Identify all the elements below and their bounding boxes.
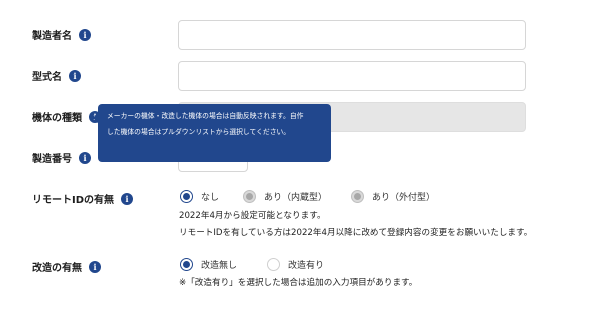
tooltip-line: メーカーの機体・改造した機体の場合は自動反映されます。自作 (107, 112, 304, 120)
machine-type-label-row: 機体の種類 i (32, 109, 101, 124)
radio-disabled-icon (243, 190, 257, 203)
modified-option-yes[interactable]: 改造有り (267, 258, 324, 271)
remote-id-option-external[interactable]: あり（外付型） (351, 190, 435, 203)
remote-id-option-none[interactable]: なし (180, 190, 219, 203)
radio-checked-icon[interactable] (180, 258, 193, 271)
radio-checked-icon[interactable] (180, 190, 193, 203)
info-tooltip: メーカーの機体・改造した機体の場合は自動反映されます。自作 した機体の場合はプル… (93, 104, 331, 162)
model-label: 型式名 (32, 72, 62, 83)
info-icon[interactable]: i (89, 260, 101, 273)
modified-option-label: 改造無し (201, 261, 238, 271)
serial-label-row: 製造番号 i (32, 150, 91, 165)
modified-note: ※「改造有り」を選択した場合は追加の入力項目があります。 (179, 278, 418, 288)
remote-id-option-builtin[interactable]: あり（内蔵型） (243, 190, 327, 203)
remote-id-label-row: リモートIDの有無 i (32, 191, 134, 206)
modified-radio-group: 改造無し 改造有り (180, 258, 348, 271)
serial-label: 製造番号 (32, 154, 72, 165)
maker-label: 製造者名 (32, 31, 72, 42)
info-icon[interactable]: i (69, 69, 81, 82)
radio-disabled-icon (351, 190, 365, 203)
modified-label-row: 改造の有無 i (32, 259, 101, 274)
remote-id-note: 2022年4月から設定可能となります。 (179, 211, 326, 221)
tooltip-line: した機体の場合はプルダウンリストから選択してください。 (107, 128, 291, 136)
remote-id-note: リモートIDを有している方は2022年4月以降に改めて登録内容の変更をお願いいた… (179, 228, 533, 238)
remote-id-option-label: なし (201, 193, 220, 203)
modified-option-no[interactable]: 改造無し (180, 258, 237, 271)
remote-id-option-label: あり（外付型） (372, 193, 436, 203)
maker-label-row: 製造者名 i (32, 27, 91, 42)
modified-label: 改造の有無 (32, 263, 82, 274)
info-icon[interactable]: i (79, 151, 91, 164)
info-icon[interactable]: i (121, 192, 134, 205)
maker-input[interactable] (178, 20, 526, 50)
remote-id-radio-group: なし あり（内蔵型） あり（外付型） (180, 190, 459, 203)
model-label-row: 型式名 i (32, 68, 81, 83)
machine-type-label: 機体の種類 (32, 113, 82, 124)
remote-id-label: リモートIDの有無 (32, 195, 115, 206)
modified-option-label: 改造有り (288, 261, 325, 271)
radio-unchecked-icon[interactable] (267, 258, 281, 271)
info-icon[interactable]: i (79, 28, 91, 41)
remote-id-option-label: あり（内蔵型） (264, 193, 328, 203)
model-input[interactable] (178, 61, 526, 91)
